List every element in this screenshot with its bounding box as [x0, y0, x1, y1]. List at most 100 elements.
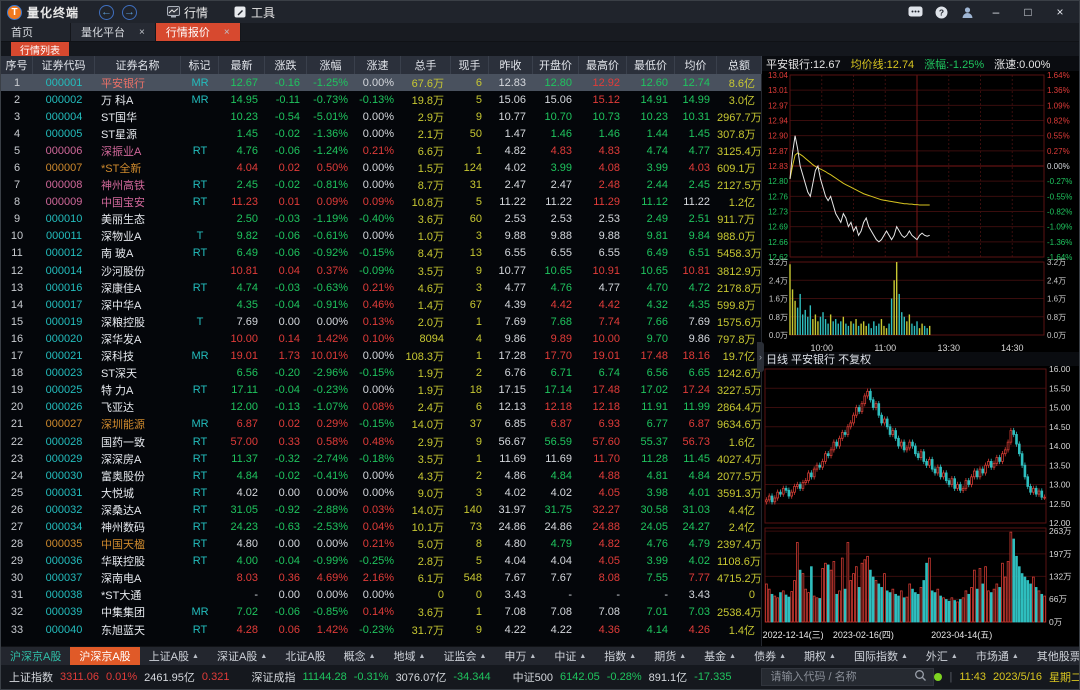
column-header[interactable]: 标记 [181, 56, 219, 74]
table-row[interactable]: 21000027深圳能源MR6.870.020.29%-0.15%14.0万37… [1, 416, 761, 433]
table-row[interactable]: 5000006深振业ART4.76-0.06-1.24%0.21%6.6万14.… [1, 142, 761, 159]
table-row[interactable]: 4000005ST星源1.45-0.02-1.36%0.00%2.1万501.4… [1, 125, 761, 142]
table-row[interactable]: 14000017深中华A4.35-0.04-0.91%0.46%1.4万674.… [1, 296, 761, 313]
column-header[interactable]: 开盘价 [533, 56, 579, 74]
cell-证券代码: 000027 [33, 418, 95, 430]
category-tab[interactable]: 深证A股▲ [208, 647, 276, 665]
category-tab[interactable]: 外汇▲ [917, 647, 967, 665]
cell-涨速: -0.15% [355, 247, 401, 259]
cell-证券名称: 深南电A [95, 570, 181, 586]
category-tab[interactable]: 国际指数▲ [845, 647, 917, 665]
category-tab[interactable]: 北证A股 [276, 647, 334, 665]
subtab-quote-list[interactable]: 行情列表 [11, 42, 69, 56]
table-row[interactable]: 22000028国药一致RT57.000.330.58%0.48%2.9万956… [1, 433, 761, 450]
category-tab[interactable]: 上证A股▲ [140, 647, 208, 665]
category-tab[interactable]: 沪深京A股 [1, 647, 70, 665]
table-row[interactable]: 15000019深粮控股T7.690.000.00%0.13%2.0万17.69… [1, 313, 761, 330]
index-quote[interactable]: 上证指数3311.060.01%2461.95亿0.321 [9, 669, 229, 685]
table-row[interactable]: 11000012南 玻ART6.49-0.06-0.92%-0.15%8.4万1… [1, 245, 761, 262]
index-value: 6142.05 [560, 671, 600, 683]
intraday-chart[interactable]: 13.041.64%13.011.36%12.971.09%12.940.82%… [762, 71, 1079, 352]
svg-text:3.2万: 3.2万 [769, 258, 788, 267]
back-icon[interactable]: ← [99, 5, 114, 20]
column-header[interactable]: 涨幅 [307, 56, 355, 74]
table-row[interactable]: 31000038*ST大通-0.000.00%0.00%003.43---3.4… [1, 587, 761, 604]
column-header[interactable]: 涨跌 [265, 56, 307, 74]
maximize-button[interactable]: □ [1017, 3, 1039, 21]
category-tab[interactable]: 基金▲ [695, 647, 745, 665]
column-header[interactable]: 现手 [451, 56, 489, 74]
table-row[interactable]: 23000029深深房ART11.37-0.32-2.74%-0.18%3.5万… [1, 450, 761, 467]
category-tab[interactable]: 地域▲ [385, 647, 435, 665]
category-tab[interactable]: 期货▲ [645, 647, 695, 665]
category-tab[interactable]: 申万▲ [495, 647, 545, 665]
table-row[interactable]: 10000011深物业AT9.82-0.06-0.61%0.00%1.0万39.… [1, 228, 761, 245]
table-row[interactable]: 32000039中集集团MR7.02-0.06-0.85%0.14%3.6万17… [1, 604, 761, 621]
tab-close-icon[interactable]: × [139, 27, 145, 38]
column-header[interactable]: 总手 [401, 56, 451, 74]
category-tab[interactable]: 债券▲ [745, 647, 795, 665]
category-tab[interactable]: 概念▲ [335, 647, 385, 665]
table-row[interactable]: 1000001平安银行MR12.67-0.16-1.25%0.00%67.6万6… [1, 74, 761, 91]
search-icon[interactable] [914, 669, 927, 685]
minimize-button[interactable]: – [985, 3, 1007, 21]
column-header[interactable]: 最低价 [627, 56, 675, 74]
table-row[interactable]: 16000020深华发A10.000.141.42%0.10%809449.86… [1, 330, 761, 347]
category-tab[interactable]: 证监会▲ [434, 647, 495, 665]
table-row[interactable]: 25000031大悦城RT4.020.000.00%0.00%9.0万34.02… [1, 484, 761, 501]
feedback-icon[interactable] [907, 5, 923, 19]
column-header[interactable]: 涨速 [355, 56, 401, 74]
tab-market-quotes[interactable]: 行情报价 × [156, 23, 241, 41]
index-quote[interactable]: 深证成指11144.28-0.31%3076.07亿-34.344 [251, 669, 490, 685]
table-row[interactable]: 30000037深南电A8.030.364.69%2.16%6.1万5487.6… [1, 570, 761, 587]
search-input[interactable] [768, 670, 914, 684]
table-row[interactable]: 7000008神州高铁RT2.45-0.02-0.81%0.00%8.7万312… [1, 177, 761, 194]
table-row[interactable]: 6000007*ST全新4.040.020.50%0.00%1.5万1244.0… [1, 159, 761, 176]
column-header[interactable]: 昨收 [489, 56, 533, 74]
tab-quant-platform[interactable]: 量化平台 × [71, 23, 156, 41]
table-row[interactable]: 19000025特 力ART17.11-0.04-0.23%0.00%1.9万1… [1, 382, 761, 399]
table-row[interactable]: 24000030富奥股份RT4.84-0.02-0.41%0.00%4.3万24… [1, 467, 761, 484]
column-header[interactable]: 最高价 [579, 56, 627, 74]
table-row[interactable]: 26000032深桑达ART31.05-0.92-2.88%0.03%14.0万… [1, 501, 761, 518]
table-row[interactable]: 28000035中国天楹RT4.800.000.00%0.21%5.0万84.8… [1, 536, 761, 553]
table-row[interactable]: 2000002万 科AMR14.95-0.11-0.73%-0.13%19.8万… [1, 91, 761, 108]
menu-tools[interactable]: 工具 [234, 4, 275, 21]
table-row[interactable]: 33000040东旭蓝天RT4.280.061.42%-0.23%31.7万94… [1, 621, 761, 638]
table-row[interactable]: 29000036华联控股RT4.00-0.04-0.99%-0.25%2.8万5… [1, 553, 761, 570]
table-row[interactable]: 9000010美丽生态2.50-0.03-1.19%-0.40%3.6万602.… [1, 211, 761, 228]
svg-text:14:30: 14:30 [1001, 343, 1024, 352]
tab-close-icon[interactable]: × [224, 27, 230, 38]
table-row[interactable]: 8000009中国宝安RT11.230.010.09%0.09%10.8万511… [1, 194, 761, 211]
table-row[interactable]: 17000021深科技MR19.011.7310.01%0.00%108.3万1… [1, 348, 761, 365]
close-button[interactable]: × [1049, 3, 1071, 21]
category-tab[interactable]: 市场通▲ [967, 647, 1028, 665]
column-header[interactable]: 证券代码 [33, 56, 95, 74]
table-row[interactable]: 12000014沙河股份10.810.040.37%-0.09%3.5万910.… [1, 262, 761, 279]
table-row[interactable]: 20000026飞亚达12.00-0.13-1.07%0.08%2.4万612.… [1, 399, 761, 416]
table-row[interactable]: 18000023ST深天6.56-0.20-2.96%-0.15%1.9万26.… [1, 365, 761, 382]
column-header[interactable]: 均价 [675, 56, 717, 74]
cell-证券名称: 深中华A [95, 297, 181, 313]
table-row[interactable]: 13000016深康佳ART4.74-0.03-0.63%0.21%4.6万34… [1, 279, 761, 296]
tab-home[interactable]: 首页 [1, 23, 71, 41]
panel-splitter-handle[interactable]: › [757, 342, 764, 372]
category-tab[interactable]: 期权▲ [795, 647, 845, 665]
search-box[interactable] [761, 668, 934, 686]
forward-icon[interactable]: → [122, 5, 137, 20]
column-header[interactable]: 总额 [717, 56, 762, 74]
column-header[interactable]: 序号 [1, 56, 33, 74]
category-tab[interactable]: 其他股票▲ [1028, 647, 1080, 665]
category-tab[interactable]: 中证▲ [545, 647, 595, 665]
help-icon[interactable]: ? [933, 5, 949, 19]
table-row[interactable]: 3000004ST国华10.23-0.54-5.01%0.00%2.9万910.… [1, 108, 761, 125]
column-header[interactable]: 证券名称 [95, 56, 181, 74]
category-tab[interactable]: 沪深京A股 [70, 647, 139, 665]
kline-chart[interactable]: 16.0015.5015.0014.5014.0013.5013.0012.50… [762, 366, 1079, 646]
menu-market[interactable]: 行情 [167, 4, 208, 21]
index-quote[interactable]: 中证5006142.05-0.28%891.1亿-17.335 [513, 669, 732, 685]
table-row[interactable]: 27000034神州数码RT24.23-0.63-2.53%0.04%10.1万… [1, 518, 761, 535]
column-header[interactable]: 最新 [219, 56, 265, 74]
user-icon[interactable] [959, 5, 975, 19]
category-tab[interactable]: 指数▲ [595, 647, 645, 665]
